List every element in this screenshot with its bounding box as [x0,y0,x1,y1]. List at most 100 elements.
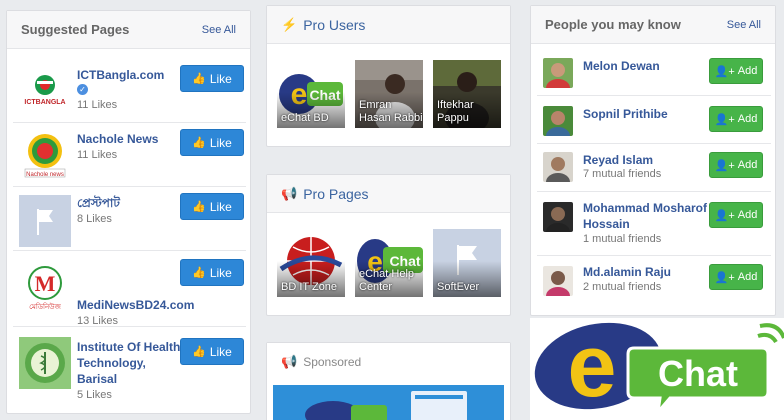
person-name-link[interactable]: Reyad Islam [583,152,653,168]
person-name-link[interactable]: Melon Dewan [583,58,660,74]
verified-badge-icon: ✓ [77,84,88,95]
like-button-label: Like [209,135,232,150]
add-user-icon: 👤+ [714,271,735,284]
person-avatar-icon [543,106,573,136]
suggested-pages-header: Suggested Pages See All [7,11,250,49]
flag-placeholder-icon [19,195,71,247]
add-friend-button[interactable]: 👤+ Add [709,106,763,132]
thumbs-up-icon: 👍 [192,73,206,85]
avatar[interactable] [543,202,573,232]
suggested-page-item: প্রেস্টপাট 8 Likes 👍 Like [13,187,246,251]
page-likes-count: 11 Likes [77,99,118,111]
add-friend-button[interactable]: 👤+ Add [709,202,763,228]
ictbangla-logo-icon: ICTBANGLA [19,65,71,117]
suggested-page-item: ICTBANGLA ICTBangla.com ✓ 11 Likes 👍 Lik… [13,59,246,123]
thumbs-up-icon: 👍 [192,201,206,213]
person-avatar-icon [543,58,573,88]
person-avatar-icon [543,152,573,182]
sponsored-ad-image[interactable] [273,385,504,420]
pro-page-name: eChat Help Center [359,268,415,293]
pro-user-name: eChat BD [281,112,329,124]
ictbangla-logo-text: ICTBANGLA [24,99,65,106]
person-name-link[interactable]: Md.alamin Raju [583,264,671,280]
like-button[interactable]: 👍 Like [180,338,244,365]
like-button[interactable]: 👍 Like [180,65,244,92]
page-thumbnail[interactable]: Nachole news [19,129,71,181]
page-thumbnail[interactable]: M মেডিনিউজ [19,261,71,313]
page-name-link[interactable]: Nachole News [77,131,158,147]
nachole-logo-text: Nachole news [26,172,64,178]
add-button-label: Add [737,209,758,221]
mutual-friends-count: 7 mutual friends [583,168,662,180]
add-friend-button[interactable]: 👤+ Add [709,58,763,84]
pro-user-tile[interactable]: Emran Hasan Rabbi [355,60,423,128]
mutual-friends-count: 2 mutual friends [583,281,662,293]
suggested-see-all-link[interactable]: See All [202,24,236,36]
person-item: Reyad Islam 7 mutual friends 👤+ Add [537,144,771,192]
page-name-link[interactable]: ICTBangla.com [77,67,164,83]
page-thumbnail[interactable] [19,195,71,247]
pro-users-header: ⚡ Pro Users [267,6,510,44]
person-name-link[interactable]: Mohammad Mosharof Hossain [583,200,709,232]
person-item: Md.alamin Raju 2 mutual friends 👤+ Add [537,256,771,306]
page-name-link[interactable]: প্রেস্টপাট [77,195,120,211]
suggested-page-item: Institute Of Health Technology, Barisal … [13,329,246,407]
page-name-link[interactable]: MediNewsBD24.com [77,297,194,313]
add-user-icon: 👤+ [714,113,735,126]
people-title: People you may know [545,17,681,32]
add-user-icon: 👤+ [714,209,735,222]
sponsored-title: Sponsored [303,355,362,369]
sponsored-panel: 📢 Sponsored [266,342,511,420]
person-avatar-icon [543,202,573,232]
add-friend-button[interactable]: 👤+ Add [709,264,763,290]
add-button-label: Add [737,271,758,283]
pro-page-tile[interactable]: e Chat eChat Help Center [355,229,423,297]
pro-page-name: SoftEver [437,281,480,293]
person-item: Melon Dewan 👤+ Add [537,48,771,96]
suggested-pages-panel: Suggested Pages See All ICTBANGLA ICTBan… [6,10,251,414]
thumbs-up-icon: 👍 [192,267,206,279]
page-likes-count: 8 Likes [77,213,112,225]
health-institute-logo-icon [19,337,71,389]
medinews-logo-icon: M মেডিনিউজ [19,261,71,313]
like-button[interactable]: 👍 Like [180,259,244,286]
megaphone-icon: 📢 [281,354,298,369]
avatar[interactable] [543,266,573,296]
page-likes-count: 11 Likes [77,149,118,161]
like-button[interactable]: 👍 Like [180,193,244,220]
person-name-link[interactable]: Sopnil Prithibe [583,106,668,122]
svg-text:M: M [35,271,56,296]
echat-logo: e Chat [530,316,784,420]
page-thumbnail[interactable] [19,337,71,389]
like-button-label: Like [209,265,232,280]
suggested-pages-title: Suggested Pages [21,22,130,37]
page-name-link[interactable]: Institute Of Health Technology, Barisal [77,339,187,387]
suggested-page-item: M মেডিনিউজ MediNewsBD24.com 13 Likes 👍 L… [13,251,246,327]
medinews-logo-text: মেডিনিউজ [29,302,62,311]
add-button-label: Add [737,65,758,77]
pro-page-tile[interactable]: BD IT Zone [277,229,345,297]
pro-user-tile[interactable]: e Chat eChat BD [277,60,345,128]
page-thumbnail[interactable]: ICTBANGLA [19,65,71,117]
pro-user-name: Iftekhar Pappu [437,99,474,124]
echat-logo-letter: e [568,318,617,415]
avatar[interactable] [543,152,573,182]
add-user-icon: 👤+ [714,65,735,78]
add-button-label: Add [737,159,758,171]
add-user-icon: 👤+ [714,159,735,172]
avatar[interactable] [543,58,573,88]
echat-logo-word: Chat [658,353,738,394]
like-button[interactable]: 👍 Like [180,129,244,156]
person-item: Sopnil Prithibe 👤+ Add [537,96,771,144]
add-button-label: Add [737,113,758,125]
add-friend-button[interactable]: 👤+ Add [709,152,763,178]
avatar[interactable] [543,106,573,136]
pro-user-tile[interactable]: Iftekhar Pappu [433,60,501,128]
pro-pages-panel: 📢 Pro Pages BD IT Zone e Chat eChat Help… [266,174,511,316]
pro-page-tile[interactable]: SoftEver [433,229,501,297]
suggested-page-item: Nachole news Nachole News 11 Likes 👍 Lik… [13,123,246,187]
sponsored-header: 📢 Sponsored [267,343,510,381]
people-see-all-link[interactable]: See All [727,19,761,31]
page-likes-count: 5 Likes [77,389,112,401]
pro-pages-title: Pro Pages [303,185,369,202]
